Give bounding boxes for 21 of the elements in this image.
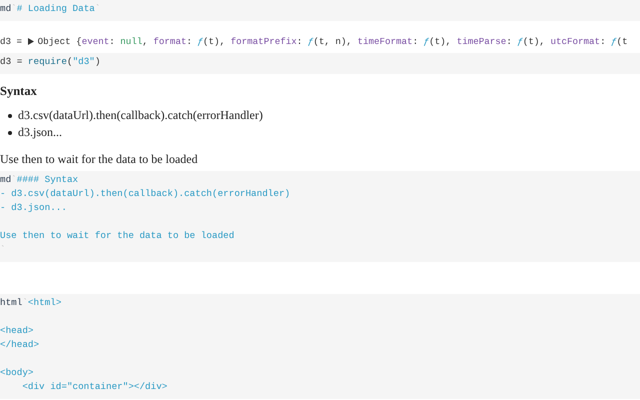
variable-name: d3 = — [0, 36, 24, 46]
code-line: <head> — [0, 324, 34, 338]
code-line: html`<html> — [0, 296, 62, 310]
output-value: Object {event: null, format: ƒ(t), formatPrefix: ƒ(t, n), timeFormat: ƒ(t), timeParse: ƒ(t), utcFormat: ƒ(t — [38, 36, 628, 46]
code-line: md`# Loading Data` — [0, 2, 102, 16]
disclosure-triangle-icon[interactable] — [28, 38, 34, 44]
heading: Syntax — [0, 83, 38, 99]
code-line: d3 = require("d3") — [0, 55, 102, 69]
code-line: <body> — [0, 366, 34, 380]
code-line: - d3.json... — [0, 201, 68, 215]
paragraph: Use then to wait for the data to be loaded — [0, 151, 199, 167]
list-item: d3.json... — [18, 124, 62, 141]
code-line: ` — [0, 243, 7, 257]
code-line: - d3.csv(dataUrl).then(callback).catch(errorHandler) — [0, 187, 292, 201]
code-line: Use then to wait for the data to be loaded — [0, 229, 236, 243]
code-line: </head> — [0, 338, 40, 352]
bullet-icon — [8, 130, 12, 134]
list-item: d3.csv(dataUrl).then(callback).catch(errorHandler) — [18, 107, 263, 124]
code-line: md`#### Syntax — [0, 173, 80, 187]
bullet-icon — [8, 114, 12, 118]
code-line: <div id="container"></div> — [21, 380, 168, 394]
